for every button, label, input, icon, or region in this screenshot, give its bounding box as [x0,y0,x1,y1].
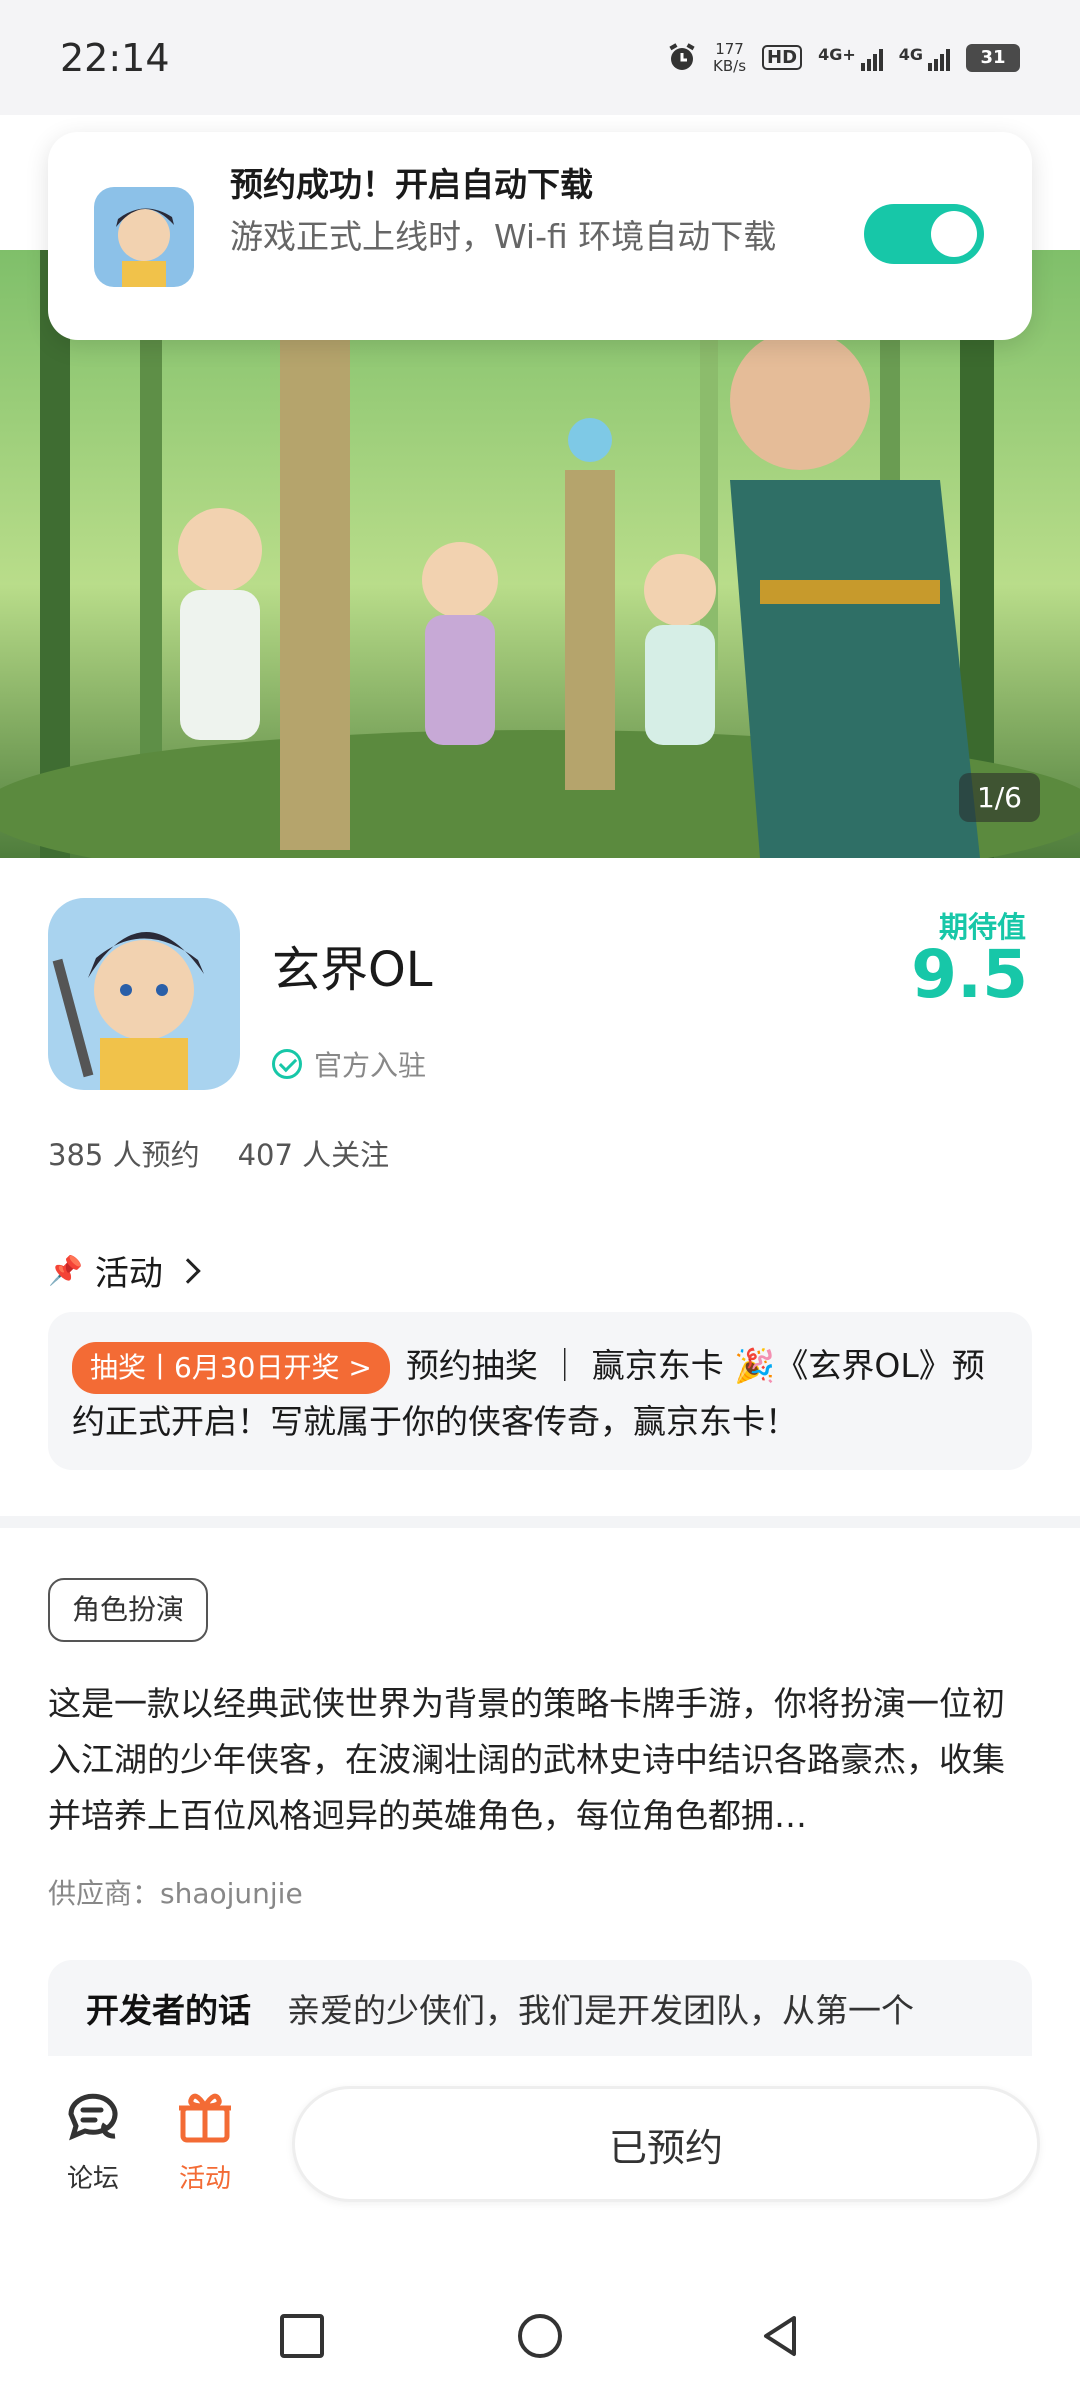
supplier-info: 供应商：shaojunjie [48,1877,303,1910]
stats-row: 385 人预约 407 人关注 [48,1132,389,1174]
activity-card[interactable]: 抽奖丨6月30日开奖 > 预约抽奖 ｜ 赢京东卡 🎉《玄界OL》预约正式开启！写就… [48,1312,1032,1470]
official-badge: 官方入驻 [272,1044,426,1084]
official-label: 官方入驻 [314,1049,427,1082]
tab-forum-label: 论坛 [66,2164,119,2194]
home-button[interactable] [518,2314,562,2358]
reservation-notice: 预约成功！开启自动下载 游戏正式上线时，Wi-fi 环境自动下载 [48,132,1032,340]
signal-icon: 4G+ [818,45,883,71]
network-speed: 177 KB/s [713,39,747,75]
status-bar: 22:14 177 KB/s HD 4G+ 4G 31 [0,0,1080,115]
battery-icon: 31 [966,43,1020,72]
game-name: 玄界OL [272,942,433,998]
alarm-icon [669,42,695,70]
genre-tag[interactable]: 角色扮演 [48,1578,209,1642]
pin-icon: 📌 [48,1254,83,1287]
hd-icon: HD [762,45,803,70]
tab-activity-label: 活动 [178,2164,231,2194]
auto-download-toggle[interactable] [864,204,984,264]
expectation-score: 9.5 [911,936,1028,1013]
lottery-tag: 抽奖丨6月30日开奖 > [72,1341,390,1394]
notice-title: 预约成功！开启自动下载 [230,165,593,204]
banner-illustration [0,250,1080,858]
bottom-action-bar: 论坛 活动 已预约 [0,2056,1080,2266]
game-description[interactable]: 这是一款以经典武侠世界为背景的策略卡牌手游，你将扮演一位初入江湖的少年侠客，在波… [48,1676,1032,1844]
section-divider [0,1516,1080,1528]
reserved-button[interactable]: 已预约 [292,2086,1040,2202]
developer-words-card[interactable]: 开发者的话 亲爱的少侠们，我们是开发团队，从第一个 [48,1960,1032,2070]
follower-count: 407 人关注 [237,1138,390,1172]
banner-page-indicator: 1/6 [958,773,1040,822]
tab-activity[interactable]: 活动 [160,2084,250,2195]
verified-check-icon [272,1049,302,1079]
activity-title: 活动 [94,1254,163,1294]
developer-text: 亲爱的少侠们，我们是开发团队，从第一个 [287,1991,914,2030]
activity-header[interactable]: 📌 活动 [48,1246,201,1295]
tab-forum[interactable]: 论坛 [48,2084,138,2195]
game-icon [48,898,240,1090]
notice-description: 游戏正式上线时，Wi-fi 环境自动下载 [230,217,777,256]
recent-apps-button[interactable] [280,2314,324,2358]
status-time: 22:14 [60,35,170,80]
game-icon-small [94,187,194,287]
reservation-count: 385 人预约 [48,1138,200,1172]
system-nav-bar [0,2266,1080,2400]
status-icons: 177 KB/s HD 4G+ 4G 31 [667,39,1020,75]
gift-icon [179,2093,231,2143]
forum-icon [68,2093,118,2141]
back-button[interactable] [758,2314,802,2358]
signal-icon: 4G [899,45,950,71]
developer-label: 开发者的话 [86,1991,251,2030]
chevron-right-icon [175,1257,201,1284]
game-banner[interactable]: 1/6 [0,250,1080,858]
